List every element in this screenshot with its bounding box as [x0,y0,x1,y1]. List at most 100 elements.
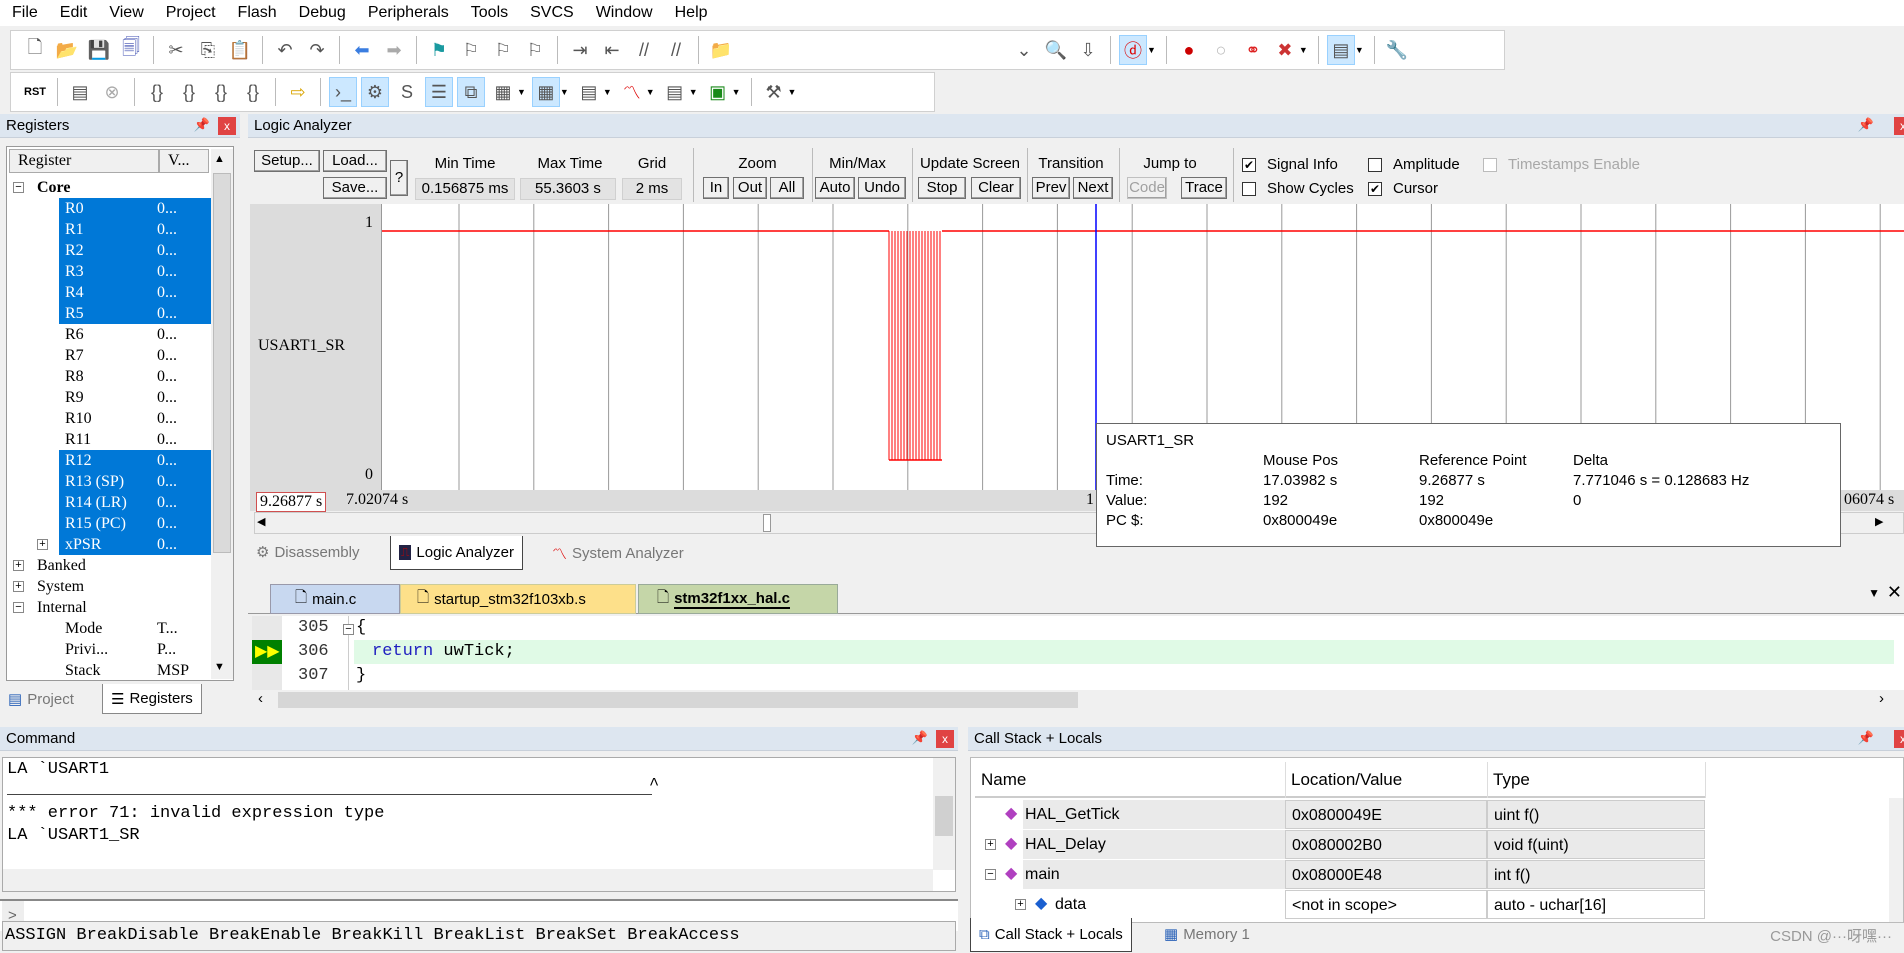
dropdown-arrow-icon[interactable]: ▼ [1147,45,1156,55]
expand-icon[interactable]: + [985,839,996,850]
close-icon[interactable]: x [218,117,236,135]
code-line[interactable]: } [356,666,366,685]
scrollbar-thumb[interactable] [278,692,1078,708]
timestamps-checkbox[interactable] [1483,158,1497,172]
callstack-vscrollbar[interactable] [1889,798,1903,922]
scroll-up-icon[interactable]: ▲ [214,153,225,165]
register-row[interactable]: R0 0... [59,198,211,219]
menu-peripherals[interactable]: Peripherals [368,4,449,22]
expand-icon[interactable]: − [985,869,996,880]
scroll-left-icon[interactable]: ‹ [258,690,263,707]
menu-project[interactable]: Project [166,4,216,22]
close-icon[interactable]: x [936,730,954,748]
expand-icon[interactable]: + [13,581,24,592]
register-row[interactable]: R3 0... [59,261,211,282]
register-row[interactable]: Stack MSP [59,660,211,681]
find-in-files-button[interactable]: 📁 [707,35,735,65]
new-file-button[interactable]: 🗋 [21,35,49,65]
register-row[interactable]: R14 (LR) 0... [59,492,211,513]
auto-button[interactable]: Auto [815,177,855,199]
code-editor[interactable]: ▶▶ − 305 {306 return uwTick; 307} [252,616,1904,690]
pin-icon[interactable]: 📌 [1858,730,1874,746]
tab-main-c[interactable]: 🗋 main.c [270,584,400,614]
tab-system-analyzer[interactable]: 〽 System Analyzer [552,543,684,564]
menu-file[interactable]: File [12,4,38,22]
register-row[interactable]: xPSR 0... [59,534,211,555]
dropdown-arrow-icon[interactable]: ▼ [732,87,741,97]
register-row[interactable]: R12 0... [59,450,211,471]
tab-logic-analyzer[interactable]: ⎍ Logic Analyzer [390,536,523,570]
menu-help[interactable]: Help [675,4,708,22]
register-row[interactable]: R5 0... [59,303,211,324]
debug-session-button[interactable]: ⓓ [1119,35,1147,65]
show-next-statement-button[interactable]: ⇨ [284,77,312,107]
clear-button[interactable]: Clear [971,177,1021,199]
column-header-name[interactable]: Name [981,770,1026,790]
register-row[interactable]: R11 0... [59,429,211,450]
serial-window-button[interactable]: ▤ [575,77,603,107]
incremental-find-button[interactable]: ⇩ [1074,35,1102,65]
next-button[interactable]: Next [1073,177,1113,199]
register-row[interactable]: Mode T... [59,618,211,639]
scrollbar-thumb[interactable] [213,173,231,553]
expand-icon[interactable]: + [1015,899,1026,910]
toolbox-button[interactable]: ⚒ [760,77,788,107]
menu-tools[interactable]: Tools [471,4,508,22]
zoom-in-button[interactable]: In [703,177,729,199]
scrollbar-thumb[interactable] [935,796,953,836]
dropdown-arrow-icon[interactable]: ▼ [517,87,526,97]
watch-window-button[interactable]: ▦ [489,77,517,107]
reset-button[interactable]: RST [21,77,49,107]
undo-button[interactable]: Undo [858,177,906,199]
configure-button[interactable]: 🔧 [1383,35,1411,65]
menu-window[interactable]: Window [596,4,653,22]
scroll-right-icon[interactable]: › [1879,690,1884,707]
step-over-button[interactable]: {} [175,77,203,107]
dropdown-arrow-icon[interactable]: ▼ [689,87,698,97]
register-row[interactable]: R15 (PC) 0... [59,513,211,534]
fold-collapse-icon[interactable]: − [343,624,354,635]
tree-group-system[interactable]: System [37,576,84,597]
expand-icon[interactable]: + [37,539,48,550]
tab-list-dropdown-icon[interactable]: ▼ [1868,586,1880,600]
disassembly-window-button[interactable]: ⚙ [361,77,389,107]
uncomment-button[interactable]: // [662,35,690,65]
menu-view[interactable]: View [109,4,143,22]
register-row[interactable]: R7 0... [59,345,211,366]
paste-button[interactable]: 📋 [226,35,254,65]
breakpoint-insert-button[interactable]: ● [1175,35,1203,65]
breakpoint-kill-all-button[interactable]: ✖ [1271,35,1299,65]
scroll-left-icon[interactable]: ◀ [257,515,265,528]
signal-name-column[interactable]: 1 USART1_SR 0 [250,204,382,490]
symbols-window-button[interactable]: S [393,77,421,107]
cursor-checkbox[interactable]: ✔ [1368,182,1382,196]
tab-registers[interactable]: ☰ Registers [102,684,202,714]
table-row[interactable]: + ◆ data <not in scope> auto - uchar[16] [975,890,1705,920]
dropdown-arrow-icon[interactable]: ▼ [560,87,569,97]
load-button[interactable]: Load... [323,150,387,172]
signal-name[interactable]: USART1_SR [258,337,345,355]
indent-button[interactable]: ⇥ [566,35,594,65]
table-row[interactable]: − ◆ main 0x08000E48 int f() [975,860,1705,890]
pin-icon[interactable]: 📌 [912,730,928,746]
tab-stm32f1xx-hal-c[interactable]: 🗋 stm32f1xx_hal.c [638,584,838,614]
analysis-window-button[interactable]: 〽 [618,77,646,107]
dropdown-arrow-icon[interactable]: ▼ [788,87,797,97]
dropdown-arrow-icon[interactable]: ▼ [1299,45,1308,55]
show-cycles-checkbox[interactable] [1242,182,1256,196]
tab-startup-s[interactable]: 🗋 startup_stm32f103xb.s [400,584,636,614]
zoom-all-button[interactable]: All [770,177,804,199]
run-to-cursor-button[interactable]: {} [239,77,267,107]
close-icon[interactable]: x [1894,117,1904,135]
open-file-button[interactable]: 📂 [53,35,81,65]
code-button[interactable]: Code [1127,177,1167,199]
signal-info-checkbox[interactable]: ✔ [1242,158,1256,172]
bookmark-next-button[interactable]: ⚐ [489,35,517,65]
tree-group-internal[interactable]: Internal [37,597,87,618]
step-into-button[interactable]: {} [143,77,171,107]
menu-svcs[interactable]: SVCS [530,4,574,22]
tab-memory-1[interactable]: ▦ Memory 1 [1164,925,1250,944]
stop-button[interactable]: Stop [918,177,966,199]
nav-forward-button[interactable]: ➡ [380,35,408,65]
register-row[interactable]: R2 0... [59,240,211,261]
